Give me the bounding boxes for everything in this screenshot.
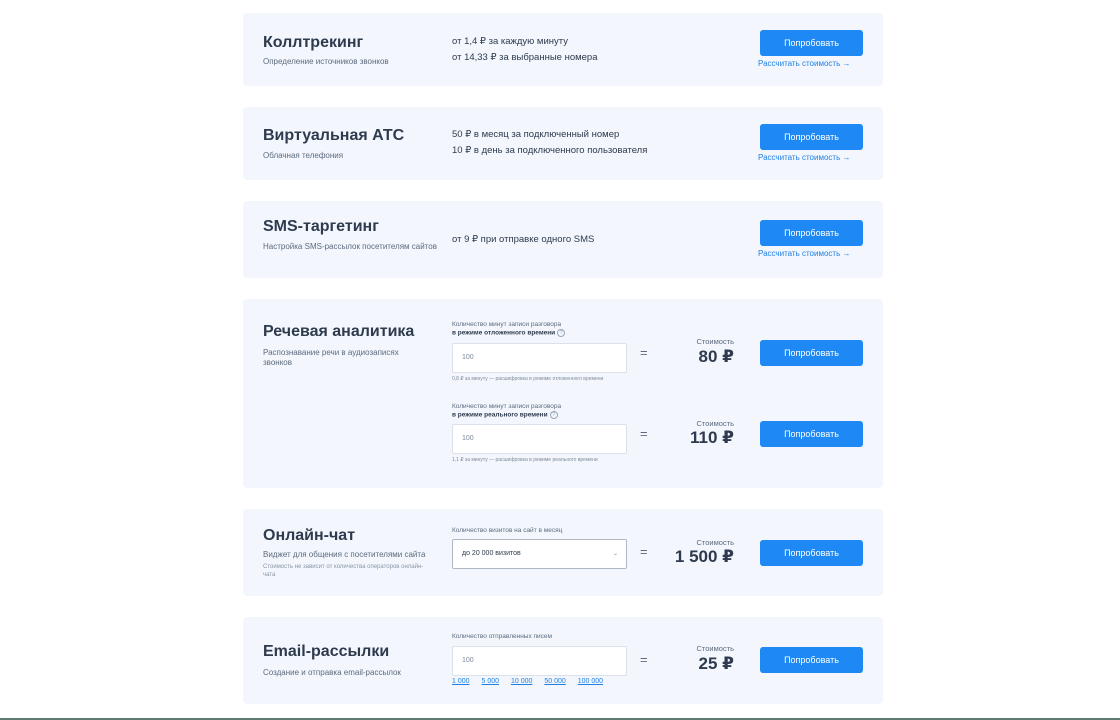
try-button[interactable]: Попробовать [760, 220, 863, 246]
calculate-cost-link[interactable]: Рассчитать стоимость → [758, 249, 850, 258]
price-hint: 0,8 ₽ за минуту — расшифровка в режиме о… [452, 376, 604, 382]
product-title: Виртуальная АТС [263, 127, 405, 144]
quick-value-link[interactable]: 50 000 [544, 678, 565, 685]
try-button[interactable]: Попробовать [760, 421, 863, 447]
cost-label: Стоимость [696, 538, 734, 547]
field-label-text: Количество минут записи разговора [452, 321, 562, 328]
field-label-mode: в режиме отложенного времени [452, 329, 556, 337]
price-line: 50 ₽ в месяц за подключенный номер [452, 129, 620, 140]
product-subtitle: Облачная телефония [263, 151, 344, 160]
try-button[interactable]: Попробовать [760, 540, 863, 566]
visits-label: Количество визитов на сайт в месяц [452, 527, 563, 534]
cost-label: Стоимость [696, 644, 734, 653]
product-subtitle: Распознавание речи в аудиозаписях звонко… [263, 348, 399, 367]
product-title: Email-рассылки [263, 643, 390, 660]
cost-value: 110 ₽ [690, 428, 734, 447]
cost-label: Стоимость [696, 419, 734, 428]
info-icon[interactable]: ? [549, 411, 558, 419]
product-title: Речевая аналитика [263, 323, 415, 340]
calculate-cost-link[interactable]: Рассчитать стоимость → [758, 153, 850, 162]
calculate-cost-label: Рассчитать стоимость [758, 249, 841, 258]
price-line: 10 ₽ в день за подключенного пользовател… [452, 145, 648, 156]
cost-value: 25 ₽ [698, 654, 734, 673]
deferred-minutes-input[interactable]: 100 [452, 343, 627, 373]
quick-value-link[interactable]: 1 000 [452, 678, 470, 685]
product-subtitle: Создание и отправка email-рассылок [263, 668, 401, 677]
calltracking-card: Коллтрекинг Определение источников звонк… [243, 13, 883, 86]
calculate-cost-link[interactable]: Рассчитать стоимость → [758, 59, 850, 68]
chevron-down-icon: ⌄ [612, 551, 618, 557]
vats-card: Виртуальная АТС Облачная телефония 50 ₽ … [243, 107, 883, 180]
online-chat-card: Онлайн-чат Виджет для общения с посетите… [243, 509, 883, 596]
calculate-cost-label: Рассчитать стоимость [758, 153, 841, 162]
field-label-text: Количество минут записи разговора [452, 403, 562, 410]
quick-values: 1 000 5 000 10 000 50 000 100 000 [452, 678, 613, 685]
emails-count-input[interactable]: 100 [452, 646, 627, 676]
product-subtitle: Настройка SMS-рассылок посетителям сайто… [263, 242, 437, 251]
try-button[interactable]: Попробовать [760, 647, 863, 673]
realtime-minutes-label: Количество минут записи разговора в режи… [452, 403, 561, 420]
arrow-right-icon: → [842, 59, 851, 68]
arrow-right-icon: → [842, 153, 851, 162]
emails-label: Количество отправленных писем [452, 633, 553, 640]
product-title: Онлайн-чат [263, 527, 356, 544]
info-icon[interactable]: ? [557, 329, 566, 337]
cost-label: Стоимость [696, 337, 734, 346]
product-title: SMS-таргетинг [263, 218, 379, 235]
price-hint: 1,1 ₽ за минуту — расшифровка в режиме р… [452, 457, 598, 463]
try-button[interactable]: Попробовать [760, 340, 863, 366]
cost-value: 80 ₽ [698, 347, 734, 366]
email-card: Email-рассылки Создание и отправка email… [243, 617, 883, 704]
field-label-mode: в режиме реального времени [452, 411, 548, 419]
visits-select[interactable]: до 20 000 визитов ⌄ [452, 539, 627, 569]
product-subtitle: Виджет для общения с посетителями сайта [263, 550, 426, 559]
try-button[interactable]: Попробовать [760, 30, 863, 56]
realtime-minutes-input[interactable]: 100 [452, 424, 627, 454]
arrow-right-icon: → [842, 249, 851, 258]
product-title: Коллтрекинг [263, 34, 364, 51]
product-note: Стоимость не зависит от количества опера… [263, 564, 424, 578]
quick-value-link[interactable]: 5 000 [481, 678, 499, 685]
price-line: от 9 ₽ при отправке одного SMS [452, 234, 595, 245]
try-button[interactable]: Попробовать [760, 124, 863, 150]
product-subtitle: Определение источников звонков [263, 57, 389, 66]
deferred-minutes-label: Количество минут записи разговора в режи… [452, 321, 566, 338]
select-value: до 20 000 визитов [462, 550, 521, 557]
sms-card: SMS-таргетинг Настройка SMS-рассылок пос… [243, 201, 883, 278]
quick-value-link[interactable]: 10 000 [511, 678, 532, 685]
price-line: от 1,4 ₽ за каждую минуту [452, 36, 568, 47]
cost-value: 1 500 ₽ [674, 547, 734, 566]
price-line: от 14,33 ₽ за выбранные номера [452, 52, 598, 63]
quick-value-link[interactable]: 100 000 [578, 678, 603, 685]
speech-analytics-card: Речевая аналитика Распознавание речи в а… [243, 299, 883, 488]
calculate-cost-label: Рассчитать стоимость [758, 59, 841, 68]
